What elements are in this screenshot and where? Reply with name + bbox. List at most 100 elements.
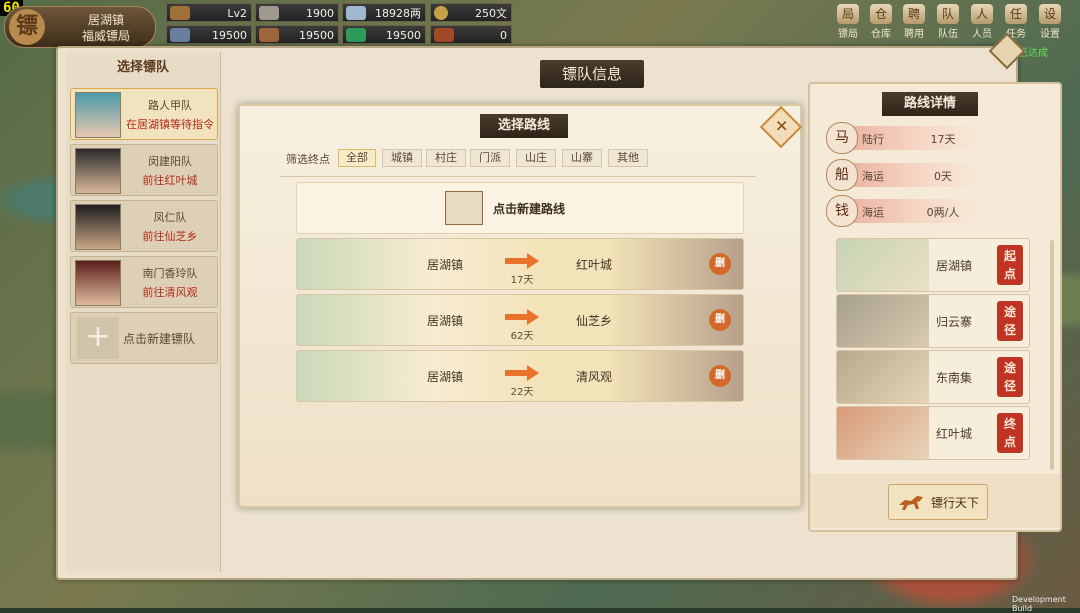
settings-icon: 设 xyxy=(1039,4,1061,24)
travel-mode-label: 海运 xyxy=(862,170,884,183)
team-card[interactable]: 路人甲队 在居湖镇等待指令 xyxy=(70,88,218,140)
route-to: 仙芝乡 xyxy=(575,314,612,328)
team-card[interactable]: 闵建阳队 前往红叶城 xyxy=(70,144,218,196)
herb-icon xyxy=(346,28,366,42)
filter-town[interactable]: 城镇 xyxy=(382,149,422,167)
route-stop[interactable]: 居湖镇 起点 xyxy=(836,238,1030,292)
team-name: 闵建阳队 xyxy=(148,155,192,168)
arrow-right-icon xyxy=(505,309,539,325)
travel-cost-row: 钱 海运 0两/人 xyxy=(826,195,980,227)
stop-name: 东南集 xyxy=(935,371,972,385)
new-team-button[interactable]: + 点击新建镖队 xyxy=(70,312,218,364)
team-name: 路人甲队 xyxy=(148,99,192,112)
stop-thumbnail xyxy=(837,295,929,347)
team-icon: 队 xyxy=(937,4,959,24)
resource-level: Lv2 xyxy=(166,3,252,22)
team-status: 前往清风观 xyxy=(142,286,198,299)
filter-manor[interactable]: 山庄 xyxy=(516,149,556,167)
menu-team[interactable]: 队队伍 xyxy=(932,4,964,40)
boat-icon: 船 xyxy=(826,159,858,191)
dispatch-button[interactable]: 镖行天下 xyxy=(888,484,988,520)
close-button[interactable]: ✕ xyxy=(759,105,803,149)
dispatch-label: 镖行天下 xyxy=(931,496,980,510)
travel-value: 0两/人 xyxy=(926,206,960,219)
route-stop[interactable]: 东南集 途径 xyxy=(836,350,1030,404)
filter-label: 筛选终点 xyxy=(286,153,330,166)
route-row[interactable]: 居湖镇 22天 清风观 删 xyxy=(296,350,744,402)
staff-icon: 人 xyxy=(971,4,993,24)
menu-hire[interactable]: 聘聘用 xyxy=(898,4,930,40)
hire-icon: 聘 xyxy=(903,4,925,24)
menu-staff[interactable]: 人人员 xyxy=(966,4,998,40)
route-to: 红叶城 xyxy=(575,258,612,272)
menu-settings[interactable]: 设设置 xyxy=(1034,4,1066,40)
chest-icon xyxy=(434,28,454,42)
plus-icon: + xyxy=(77,317,119,359)
divider xyxy=(280,176,756,177)
route-from: 居湖镇 xyxy=(426,258,463,272)
filter-other[interactable]: 其他 xyxy=(608,149,648,167)
close-icon: ✕ xyxy=(775,116,789,136)
info-title: 镖队信息 xyxy=(540,60,644,88)
avatar xyxy=(75,92,121,138)
new-team-label: 点击新建镖队 xyxy=(123,332,196,346)
team-list-panel: 选择镖队 路人甲队 在居湖镇等待指令 闵建阳队 前往红叶城 凤仁队 前往仙芝乡 … xyxy=(66,52,221,572)
route-select-dialog: 选择路线 ✕ 筛选终点 全部 城镇 村庄 门派 山庄 山寨 其他 点击新建路线 … xyxy=(238,104,803,508)
route-stop[interactable]: 归云寨 途径 xyxy=(836,294,1030,348)
menu-warehouse[interactable]: 仓仓库 xyxy=(865,4,897,40)
team-name: 南门香玲队 xyxy=(142,267,198,280)
tasks-icon: 任 xyxy=(1005,4,1027,24)
route-row[interactable]: 居湖镇 17天 红叶城 删 xyxy=(296,238,744,290)
bureau-icon: 局 xyxy=(837,4,859,24)
bureau-town: 居湖镇 xyxy=(87,13,124,27)
delete-route-button[interactable]: 删 xyxy=(709,253,731,275)
new-route-button[interactable]: 点击新建路线 xyxy=(296,182,744,234)
horse-icon: 马 xyxy=(826,122,858,154)
stop-type-badge: 终点 xyxy=(997,413,1023,453)
route-row[interactable]: 居湖镇 62天 仙芝乡 删 xyxy=(296,294,744,346)
delete-route-button[interactable]: 删 xyxy=(709,309,731,331)
bureau-badge[interactable]: 镖 居湖镇 福威镖局 xyxy=(4,6,156,48)
route-days: 22天 xyxy=(510,387,534,398)
team-card[interactable]: 凤仁队 前往仙芝乡 xyxy=(70,200,218,252)
travel-value: 0天 xyxy=(934,170,952,183)
team-card[interactable]: 南门香玲队 前往清风观 xyxy=(70,256,218,308)
route-days: 17天 xyxy=(510,275,534,286)
resource-herb: 19500 xyxy=(342,25,426,44)
stop-thumbnail xyxy=(837,351,929,403)
route-stop[interactable]: 红叶城 终点 xyxy=(836,406,1030,460)
iron-icon xyxy=(170,28,190,42)
filter-bandit-camp[interactable]: 山寨 xyxy=(562,149,602,167)
stop-name: 居湖镇 xyxy=(935,259,972,273)
avatar xyxy=(75,204,121,250)
map-scroll-icon xyxy=(445,191,483,225)
avatar xyxy=(75,148,121,194)
coin-icon xyxy=(434,6,448,20)
travel-value: 17天 xyxy=(930,133,956,146)
arrow-right-icon xyxy=(505,365,539,381)
resource-silver-ingot: 1900 xyxy=(255,3,339,22)
travel-land-row: 马 陆行 17天 xyxy=(826,122,980,154)
avatar xyxy=(75,260,121,306)
stop-type-badge: 途径 xyxy=(997,301,1023,341)
route-detail-title: 路线详情 xyxy=(882,92,978,116)
travel-sea-row: 船 海运 0天 xyxy=(826,159,980,191)
coin-icon: 钱 xyxy=(826,195,858,227)
running-horse-icon xyxy=(899,496,923,510)
new-route-label: 点击新建路线 xyxy=(493,202,566,216)
stop-type-badge: 途径 xyxy=(997,357,1023,397)
ingot-icon xyxy=(259,6,279,20)
silver-icon xyxy=(346,6,366,20)
route-from: 居湖镇 xyxy=(426,314,463,328)
menu-bureau[interactable]: 局镖局 xyxy=(832,4,864,40)
filter-all[interactable]: 全部 xyxy=(338,149,376,167)
filter-sect[interactable]: 门派 xyxy=(470,149,510,167)
dev-build-label: Development Build xyxy=(1012,595,1066,613)
route-dialog-title: 选择路线 xyxy=(480,114,568,138)
bureau-emblem-icon: 镖 xyxy=(9,9,45,45)
bureau-name: 福威镖局 xyxy=(81,29,130,43)
filter-village[interactable]: 村庄 xyxy=(426,149,466,167)
delete-route-button[interactable]: 删 xyxy=(709,365,731,387)
level-icon xyxy=(170,6,190,20)
stops-scrollbar[interactable] xyxy=(1050,240,1054,470)
